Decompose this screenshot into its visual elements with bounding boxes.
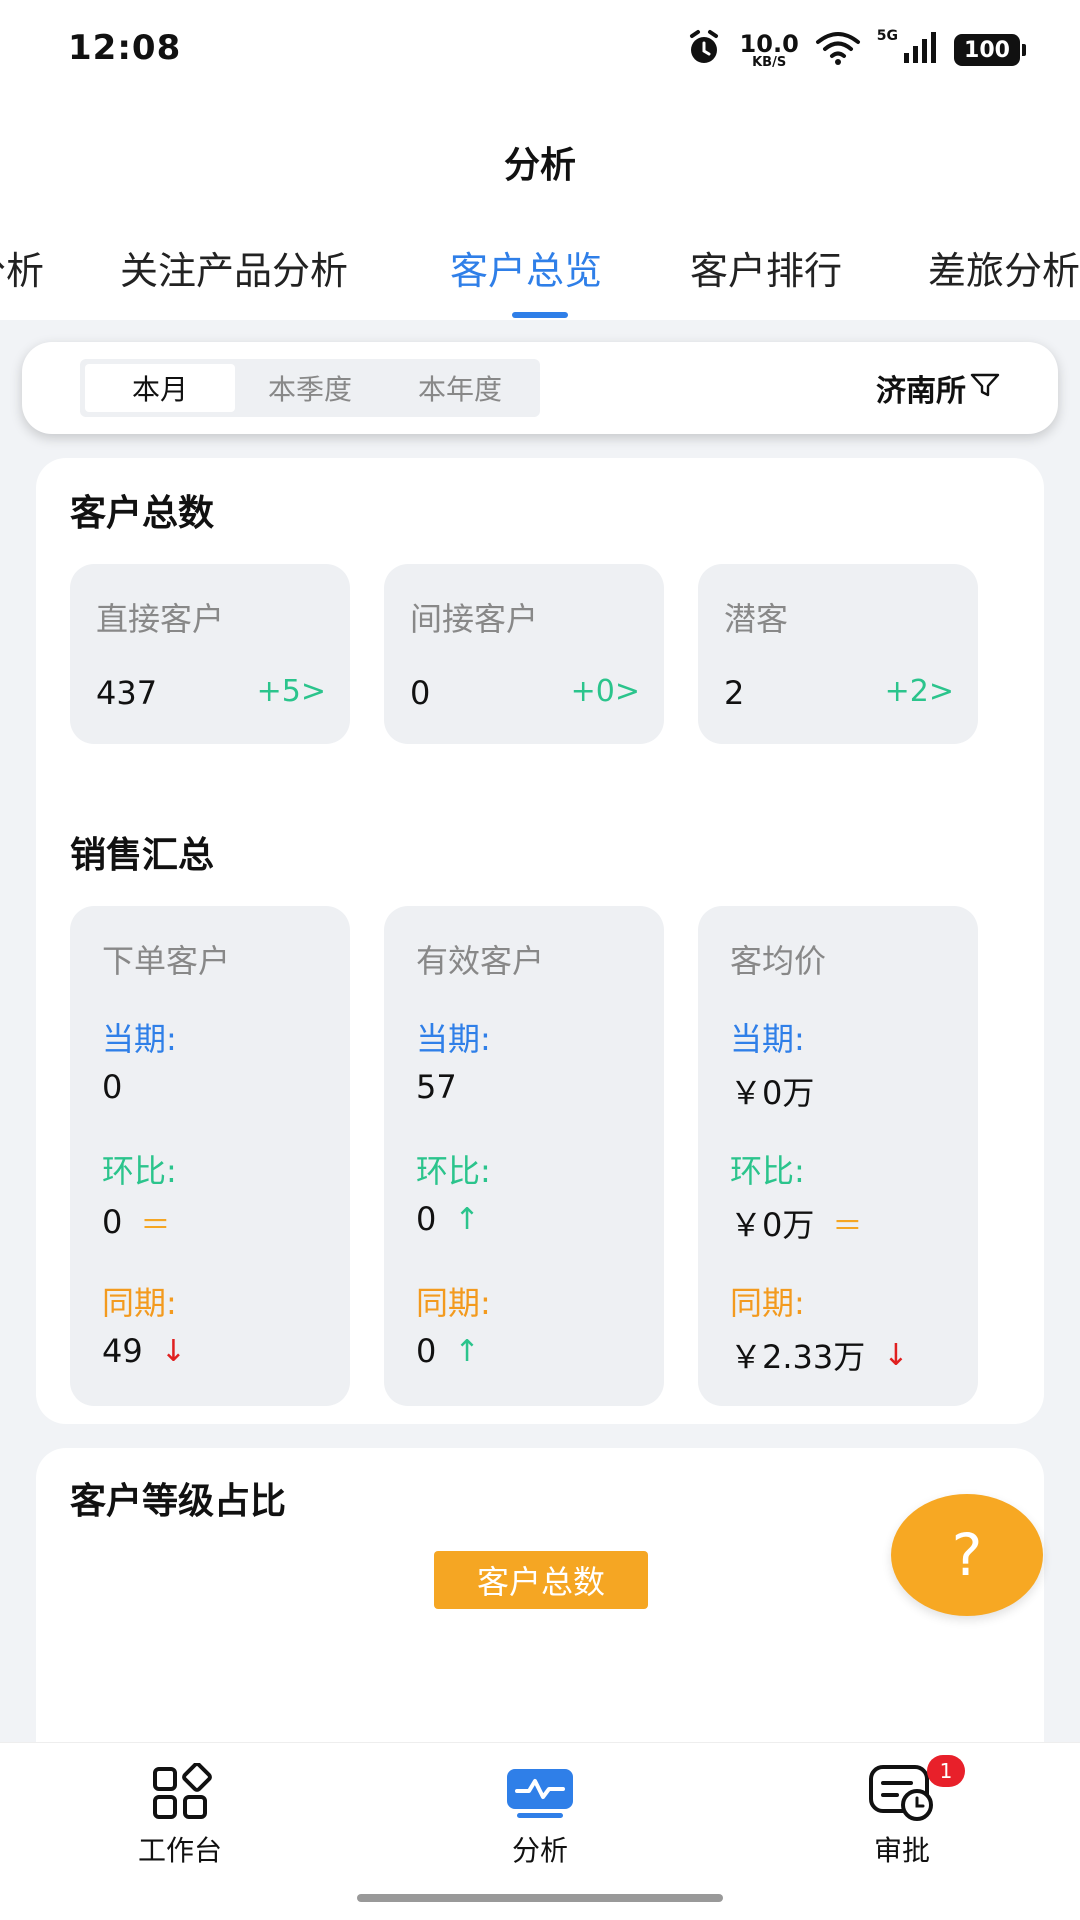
period-quarter[interactable]: 本季度 xyxy=(235,364,385,412)
current-label: 当期: xyxy=(102,1020,177,1058)
nav-label: 工作台 xyxy=(137,1834,222,1867)
office-filter[interactable]: 济南所 xyxy=(876,366,1000,410)
header: 分析 分析 关注产品分析 客户总览 客户排行 差旅分析 xyxy=(0,100,1080,320)
status-bar: 12:08 10.0 KB/S 5G 100 xyxy=(0,0,1080,100)
sales-label: 客均价 xyxy=(730,942,827,980)
yoy-label: 同期: xyxy=(102,1284,177,1322)
net-speed-unit: KB/S xyxy=(752,54,787,70)
grid-icon xyxy=(145,1762,215,1823)
alarm-icon xyxy=(684,28,724,72)
sales-label: 有效客户 xyxy=(416,942,545,980)
mom-label: 环比: xyxy=(730,1152,805,1190)
nav-label: 审批 xyxy=(873,1834,930,1867)
filter-bar: 本月 本季度 本年度 济南所 xyxy=(22,342,1058,434)
current-value: 57 xyxy=(416,1068,457,1106)
net-speed-value: 10.0 xyxy=(739,29,799,58)
yoy-value: ￥2.33万 xyxy=(730,1338,866,1376)
current-value: 0 xyxy=(102,1068,123,1106)
chart-legend-total[interactable]: 客户总数 xyxy=(434,1551,648,1609)
overview-card: 客户总数 直接客户 437 +5> 间接客户 0 +0> 潜客 2 +2> 销售… xyxy=(36,458,1044,1424)
tab-product-analysis[interactable]: 关注产品分析 xyxy=(120,240,348,295)
sales-summary-title: 销售汇总 xyxy=(70,835,215,876)
arrow-up-icon: ↑ xyxy=(454,1201,480,1237)
nav-label: 分析 xyxy=(511,1834,568,1867)
stat-delta-link[interactable]: +5> xyxy=(257,674,326,709)
tab-analysis[interactable]: 分析 xyxy=(0,240,44,295)
nav-workbench[interactable]: 工作台 xyxy=(110,1762,250,1869)
filter-icon xyxy=(970,371,1000,406)
level-ratio-title: 客户等级占比 xyxy=(70,1481,287,1522)
page-title: 分析 xyxy=(503,145,576,186)
period-month[interactable]: 本月 xyxy=(85,364,235,412)
mom-row: 0 ＝ xyxy=(102,1200,170,1244)
mom-label: 环比: xyxy=(102,1152,177,1190)
nav-approval[interactable]: 1 审批 xyxy=(832,1755,972,1869)
tab-bar: 分析 关注产品分析 客户总览 客户排行 差旅分析 xyxy=(0,240,1080,320)
nav-analysis[interactable]: 分析 xyxy=(470,1763,610,1869)
stat-label: 直接客户 xyxy=(96,600,225,638)
yoy-value: 0 xyxy=(416,1332,437,1370)
stat-value: 0 xyxy=(410,674,431,712)
yoy-row: 49 ↓ xyxy=(102,1332,186,1370)
yoy-label: 同期: xyxy=(730,1284,805,1322)
mom-label: 环比: xyxy=(416,1152,491,1190)
current-label: 当期: xyxy=(416,1020,491,1058)
current-label: 当期: xyxy=(730,1020,805,1058)
stat-direct-customers[interactable]: 直接客户 437 +5> xyxy=(70,564,350,744)
stat-indirect-customers[interactable]: 间接客户 0 +0> xyxy=(384,564,664,744)
stat-value: 437 xyxy=(96,674,158,712)
analysis-icon xyxy=(505,1763,575,1823)
sales-order-customers: 下单客户 当期: 0 环比: 0 ＝ 同期: 49 ↓ xyxy=(70,906,350,1406)
home-indicator xyxy=(357,1894,723,1902)
arrow-down-icon: ↓ xyxy=(883,1337,909,1373)
customer-total-title: 客户总数 xyxy=(70,493,215,534)
wifi-icon xyxy=(815,30,861,70)
status-time: 12:08 xyxy=(68,28,182,68)
help-button[interactable]: ? xyxy=(891,1494,1043,1616)
arrow-down-icon: ↓ xyxy=(160,1333,186,1369)
stat-delta-link[interactable]: +0> xyxy=(571,674,640,709)
signal-icon xyxy=(902,31,938,69)
tab-travel-analysis[interactable]: 差旅分析 xyxy=(928,240,1080,295)
stat-potential-customers[interactable]: 潜客 2 +2> xyxy=(698,564,978,744)
stat-label: 间接客户 xyxy=(410,600,539,638)
status-icons: 10.0 KB/S 5G 100 xyxy=(684,28,1026,72)
mom-value: 0 xyxy=(102,1203,123,1241)
approval-icon: 1 xyxy=(867,1755,965,1823)
sales-label: 下单客户 xyxy=(102,942,231,980)
tab-indicator xyxy=(512,312,568,318)
equal-icon: ＝ xyxy=(140,1208,171,1243)
equal-icon: ＝ xyxy=(832,1209,863,1244)
net-speed: 10.0 KB/S xyxy=(740,32,799,69)
office-label: 济南所 xyxy=(876,374,966,409)
arrow-up-icon: ↑ xyxy=(454,1333,480,1369)
mom-row: ￥0万 ＝ xyxy=(730,1200,862,1246)
current-value: ￥0万 xyxy=(730,1074,815,1112)
mom-value: 0 xyxy=(416,1200,437,1238)
period-selector: 本月 本季度 本年度 xyxy=(80,359,540,417)
tab-customer-ranking[interactable]: 客户排行 xyxy=(690,240,842,295)
battery-icon: 100 xyxy=(954,34,1026,66)
sales-valid-customers: 有效客户 当期: 57 环比: 0 ↑ 同期: 0 ↑ xyxy=(384,906,664,1406)
stat-label: 潜客 xyxy=(724,600,789,638)
period-year[interactable]: 本年度 xyxy=(385,364,535,412)
sales-avg-price: 客均价 当期: ￥0万 环比: ￥0万 ＝ 同期: ￥2.33万 ↓ xyxy=(698,906,978,1406)
yoy-label: 同期: xyxy=(416,1284,491,1322)
mom-value: ￥0万 xyxy=(730,1206,815,1244)
stat-delta-link[interactable]: +2> xyxy=(885,674,954,709)
yoy-row: 0 ↑ xyxy=(416,1332,480,1370)
tab-customer-overview[interactable]: 客户总览 xyxy=(450,240,602,295)
approval-badge: 1 xyxy=(927,1755,965,1787)
yoy-row: ￥2.33万 ↓ xyxy=(730,1332,908,1378)
signal-label: 5G xyxy=(876,28,898,44)
stat-value: 2 xyxy=(724,674,745,712)
mom-row: 0 ↑ xyxy=(416,1200,480,1238)
yoy-value: 49 xyxy=(102,1332,143,1370)
